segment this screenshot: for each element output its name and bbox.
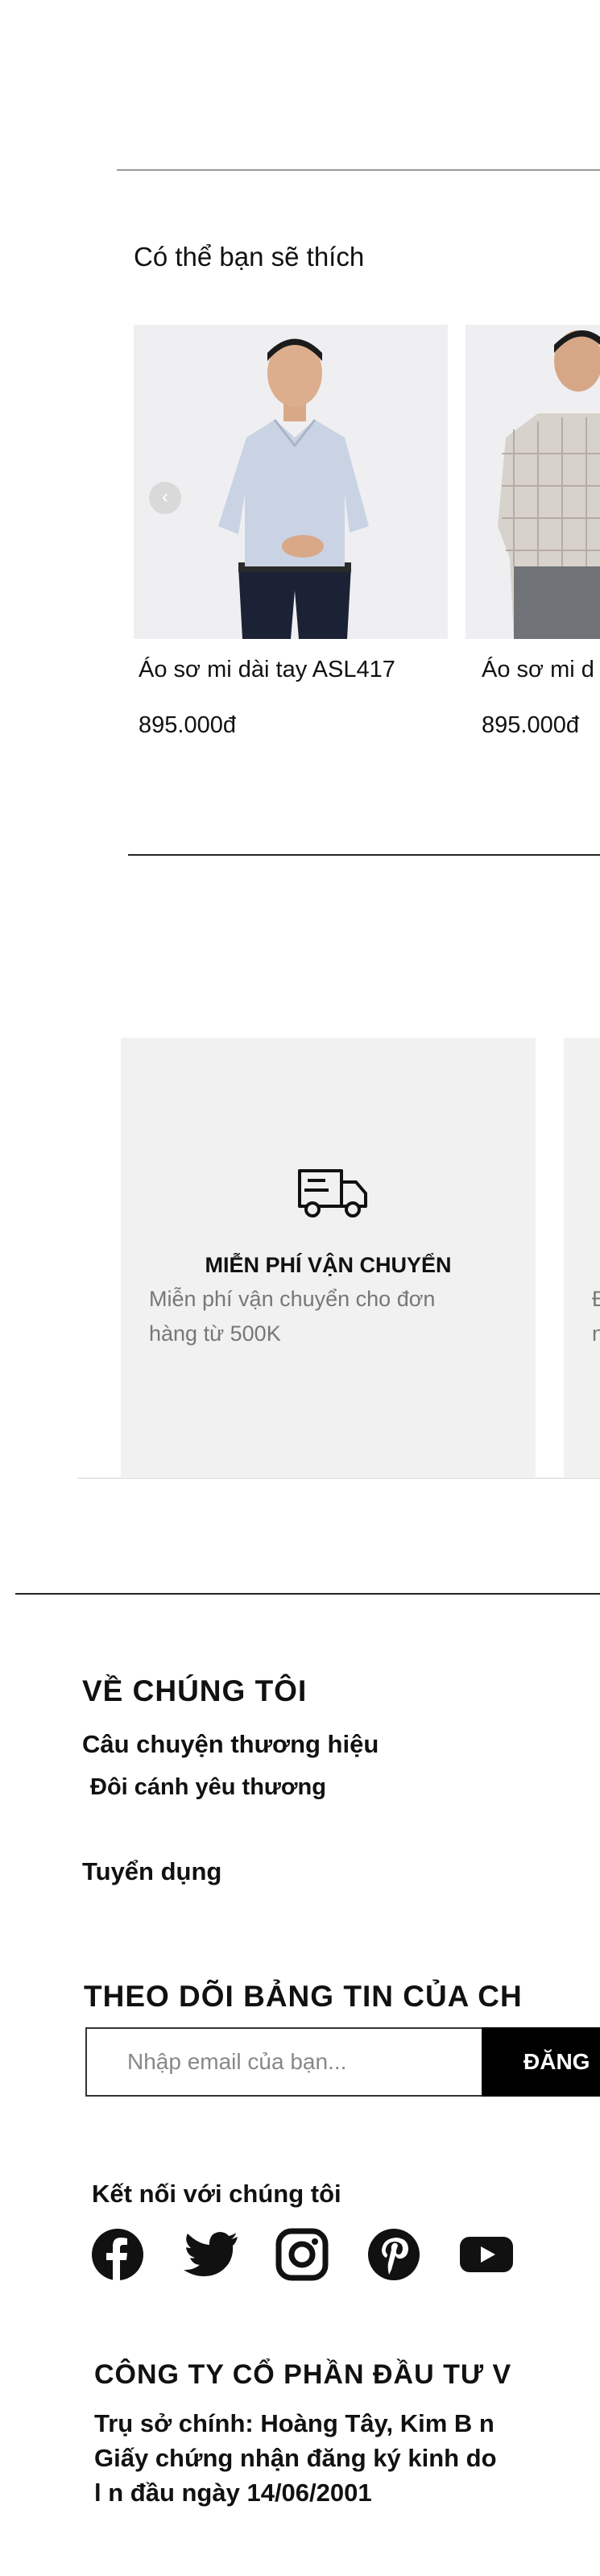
company-license: Giấy chứng nhận đăng ký kinh do bbox=[94, 2444, 497, 2472]
instagram-icon[interactable] bbox=[275, 2228, 329, 2281]
footer-link-brand-story[interactable]: Câu chuyện thương hiệu bbox=[82, 1730, 379, 1759]
feature-desc-line: hàng từ 500K bbox=[149, 1321, 281, 1346]
company-name: CÔNG TY CỔ PHẦN ĐẦU TƯ V bbox=[94, 2359, 512, 2390]
youtube-icon[interactable] bbox=[459, 2235, 514, 2274]
company-address: Trụ sở chính: Hoàng Tây, Kim B n bbox=[94, 2409, 494, 2437]
product-name[interactable]: Áo sơ mi dài tay ASL417 bbox=[139, 657, 395, 683]
about-heading: VỀ CHÚNG TÔI bbox=[82, 1674, 308, 1707]
facebook-icon[interactable] bbox=[91, 2228, 144, 2281]
email-input[interactable]: Nhập email của bạn... bbox=[85, 2027, 483, 2097]
carousel-prev-button[interactable]: ‹ bbox=[149, 482, 181, 514]
company-license-date: l n đầu ngày 14/06/2001 bbox=[94, 2479, 372, 2507]
product-name[interactable]: Áo sơ mi d bbox=[482, 657, 594, 683]
connect-label: Kết nối với chúng tôi bbox=[92, 2180, 341, 2208]
features-divider bbox=[78, 1478, 600, 1479]
product-price: 895.000đ bbox=[139, 712, 236, 738]
section-divider bbox=[128, 854, 600, 856]
feature-card: Đ n bbox=[564, 1038, 600, 1477]
product-price: 895.000đ bbox=[482, 712, 579, 738]
feature-desc-line: Miễn phí vận chuyển cho đơn bbox=[149, 1287, 436, 1311]
top-divider bbox=[117, 169, 600, 171]
feature-desc-line: n bbox=[592, 1321, 600, 1346]
product-image[interactable] bbox=[134, 325, 448, 639]
feature-title: MIỄN PHÍ VẬN CHUYỂN bbox=[205, 1253, 452, 1277]
truck-icon bbox=[298, 1169, 367, 1217]
footer-link-careers[interactable]: Tuyển dụng bbox=[82, 1857, 221, 1886]
feature-card: MIỄN PHÍ VẬN CHUYỂN Miễn phí vận chuyển … bbox=[121, 1038, 536, 1477]
product-image[interactable] bbox=[466, 325, 600, 639]
pinterest-icon[interactable] bbox=[367, 2228, 420, 2281]
footer-link-loving-wings[interactable]: Đôi cánh yêu thương bbox=[90, 1774, 326, 1801]
newsletter-heading: THEO DÕI BẢNG TIN CỦA CH bbox=[84, 1980, 523, 2013]
footer-divider bbox=[15, 1593, 600, 1595]
subscribe-button[interactable]: ĐĂNG bbox=[482, 2027, 600, 2097]
feature-desc-line: Đ bbox=[592, 1287, 600, 1311]
section-title: Có thể bạn sẽ thích bbox=[134, 242, 365, 272]
twitter-icon[interactable] bbox=[183, 2231, 239, 2278]
